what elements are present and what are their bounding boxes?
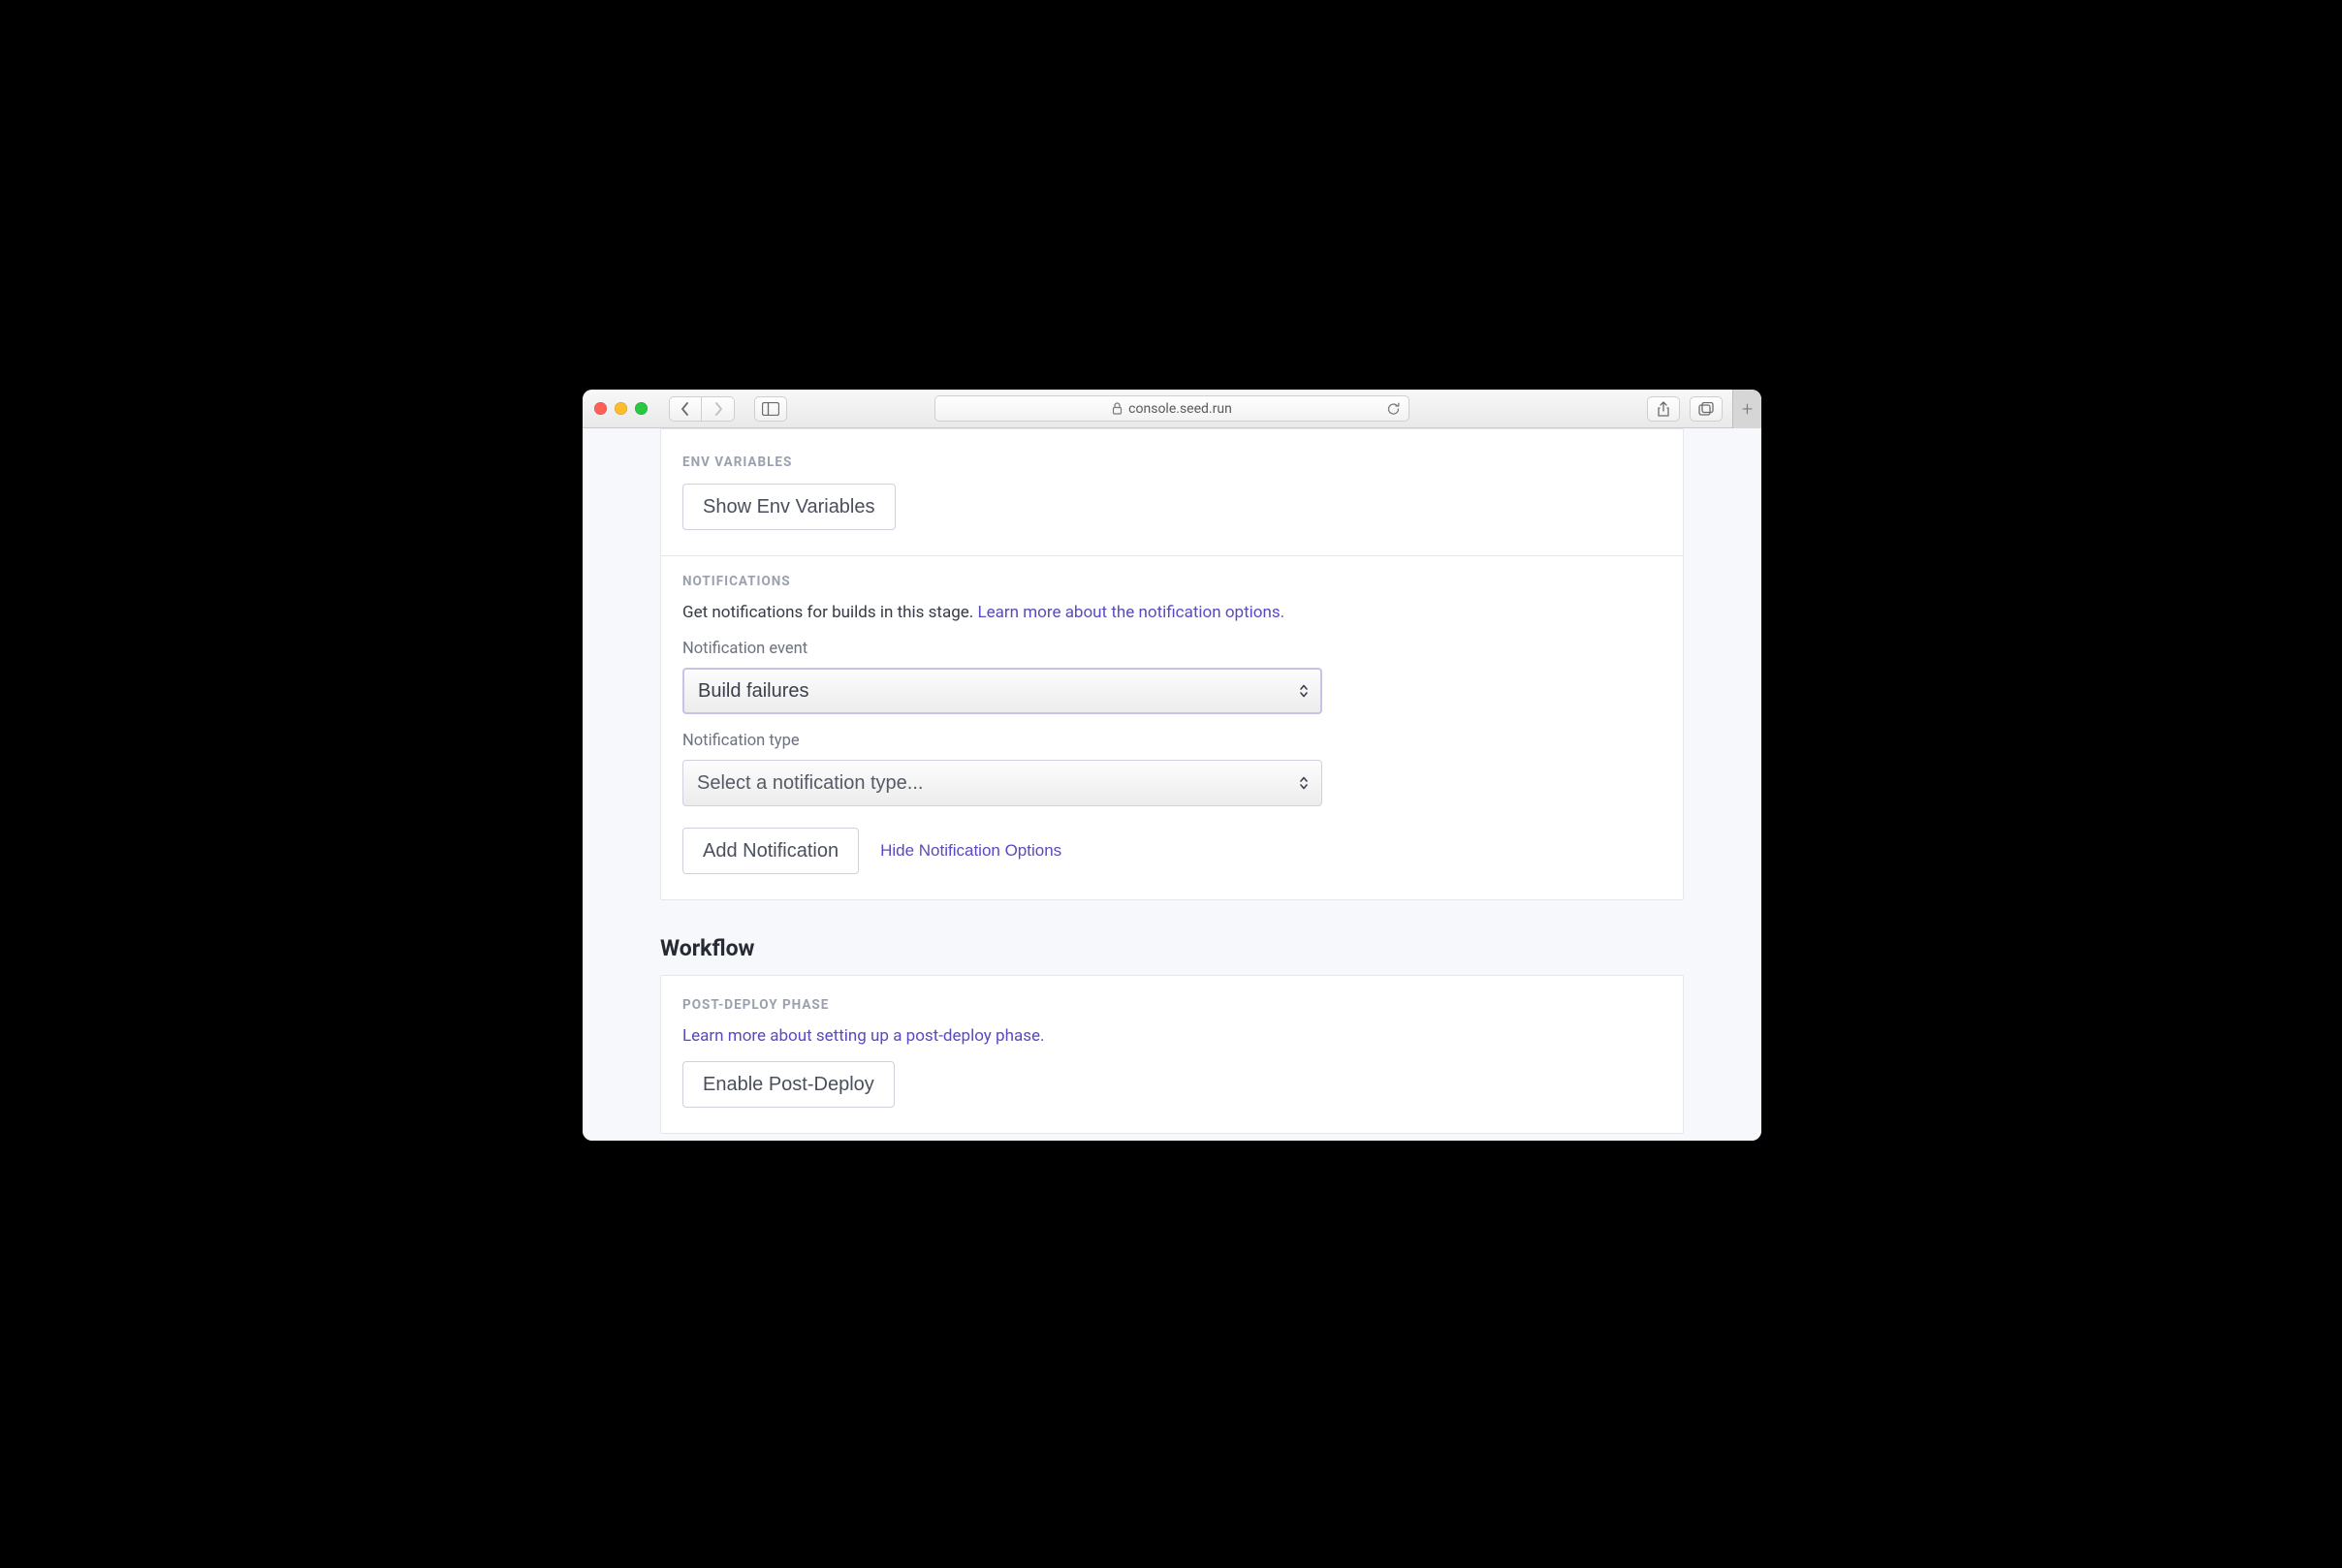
new-tab-button[interactable]: + (1732, 390, 1761, 428)
notification-event-label: Notification event (682, 640, 1662, 658)
workflow-card: POST-DEPLOY PHASE Learn more about setti… (660, 975, 1684, 1134)
browser-titlebar: console.seed.run + (583, 390, 1761, 428)
notifications-description-text: Get notifications for builds in this sta… (682, 603, 977, 622)
add-notification-button[interactable]: Add Notification (682, 828, 859, 874)
notifications-heading: NOTIFICATIONS (682, 574, 1662, 589)
post-deploy-phase-heading: POST-DEPLOY PHASE (682, 997, 1662, 1013)
page-content[interactable]: ENV VARIABLES Show Env Variables NOTIFIC… (583, 428, 1761, 1141)
notifications-description: Get notifications for builds in this sta… (682, 603, 1662, 622)
back-button[interactable] (669, 396, 702, 422)
sidebar-toggle-button[interactable] (754, 396, 787, 422)
notification-event-select[interactable]: Build failures (682, 668, 1322, 714)
workflow-heading: Workflow (660, 935, 1684, 961)
enable-post-deploy-button[interactable]: Enable Post-Deploy (682, 1061, 895, 1108)
nav-back-forward (669, 396, 735, 422)
zoom-window-button[interactable] (635, 402, 648, 415)
browser-window: console.seed.run + ENV VARIABLES S (583, 390, 1761, 1141)
hide-notification-options-link[interactable]: Hide Notification Options (880, 841, 1061, 861)
notifications-learn-more-link[interactable]: Learn more about the notification option… (977, 603, 1284, 622)
notification-type-select[interactable]: Select a notification type... (682, 760, 1322, 806)
window-controls (594, 402, 648, 415)
show-env-variables-button[interactable]: Show Env Variables (682, 484, 896, 530)
notification-type-label: Notification type (682, 732, 1662, 750)
notification-actions: Add Notification Hide Notification Optio… (682, 828, 1662, 874)
close-window-button[interactable] (594, 402, 607, 415)
divider (661, 555, 1683, 556)
tabs-overview-button[interactable] (1690, 396, 1723, 422)
address-host: console.seed.run (1128, 401, 1232, 417)
env-variables-heading: ENV VARIABLES (682, 429, 1662, 470)
reload-icon[interactable] (1386, 401, 1401, 416)
notification-event-select-wrap: Build failures (682, 668, 1322, 714)
address-bar[interactable]: console.seed.run (934, 395, 1409, 422)
post-deploy-description: Learn more about setting up a post-deplo… (682, 1026, 1662, 1046)
lock-icon (1112, 402, 1123, 415)
forward-button[interactable] (702, 396, 735, 422)
titlebar-right-controls: + (1647, 390, 1750, 428)
minimize-window-button[interactable] (615, 402, 627, 415)
settings-card: ENV VARIABLES Show Env Variables NOTIFIC… (660, 428, 1684, 900)
notification-type-select-wrap: Select a notification type... (682, 760, 1322, 806)
post-deploy-learn-more-link[interactable]: Learn more about setting up a post-deplo… (682, 1026, 1044, 1046)
share-button[interactable] (1647, 396, 1680, 422)
